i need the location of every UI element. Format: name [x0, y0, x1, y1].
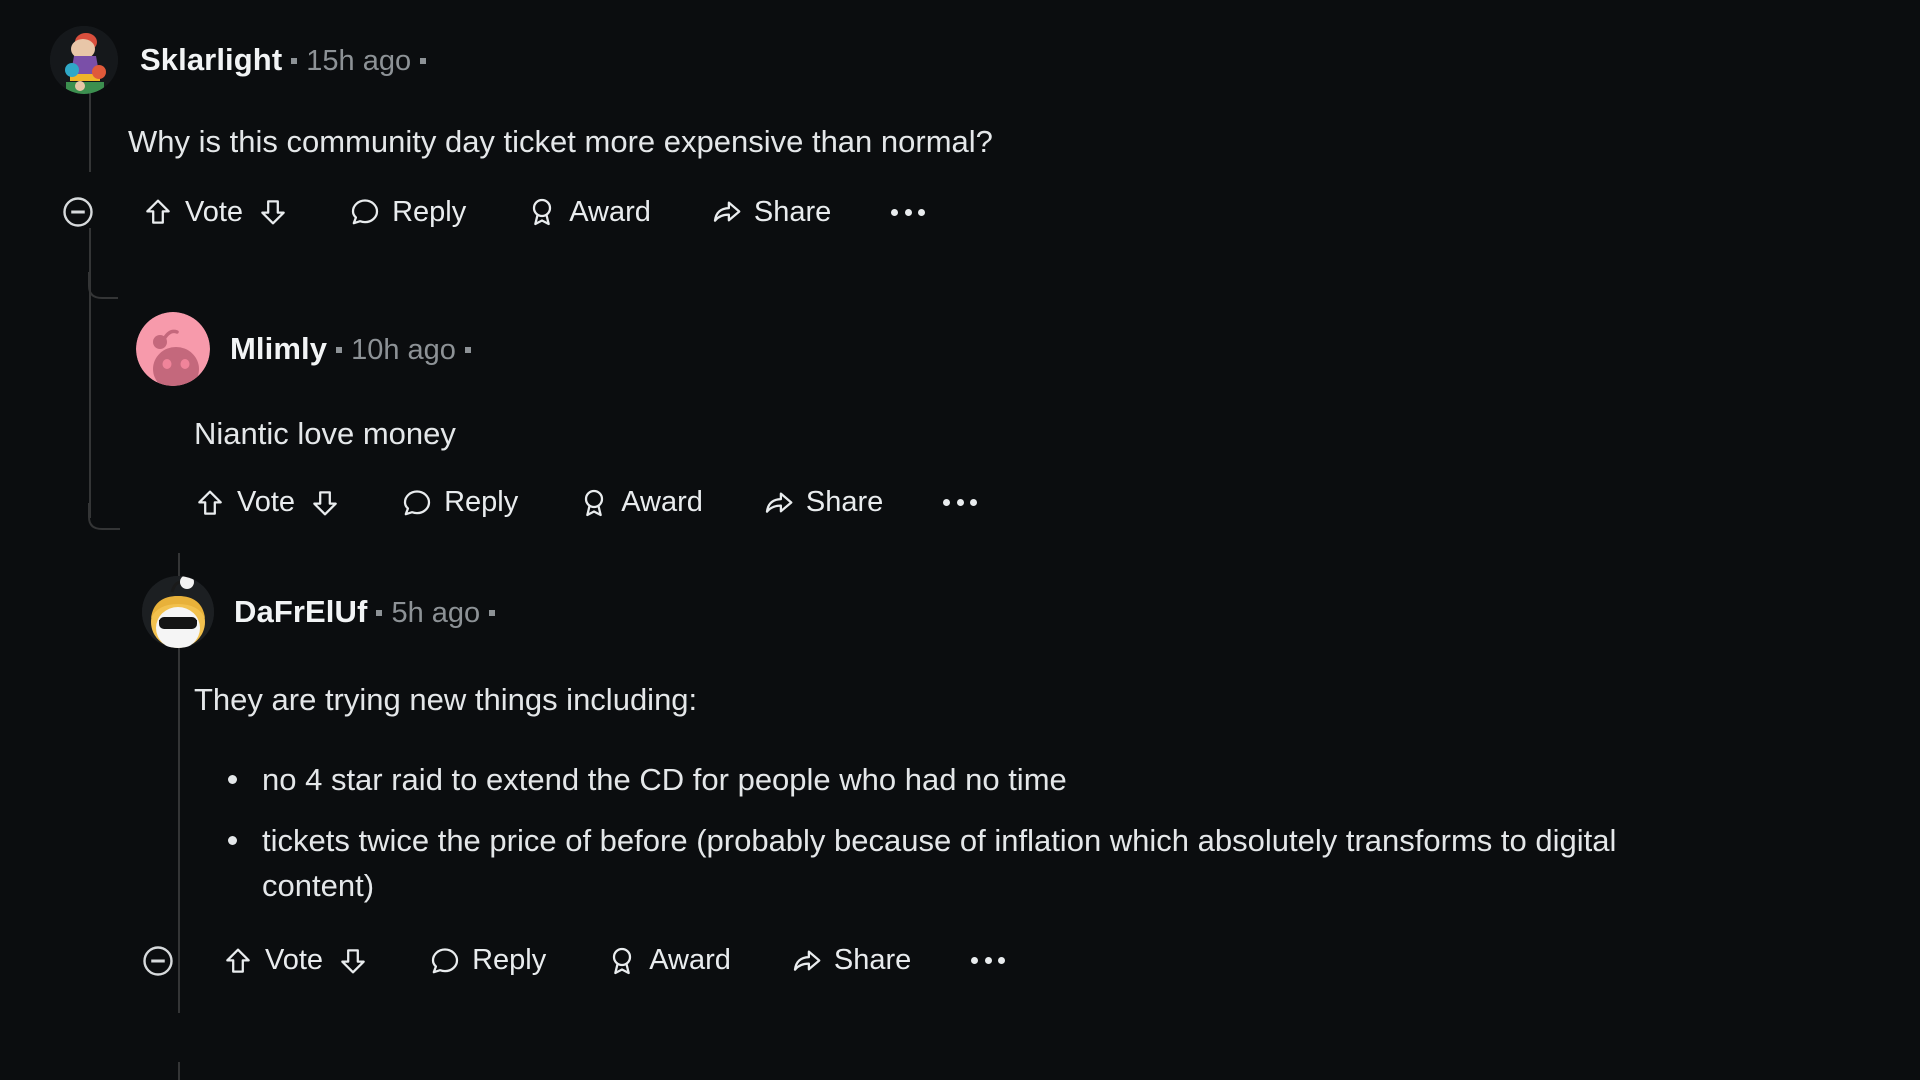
share-button[interactable]: Share [711, 196, 831, 229]
dot-icon [971, 957, 979, 965]
collapse-comment-button[interactable] [130, 943, 186, 979]
dot-icon [956, 499, 964, 507]
comment-author[interactable]: Sklarlight [140, 42, 282, 78]
snoo-sunglasses-avatar[interactable] [142, 576, 214, 648]
award-button[interactable]: Award [526, 196, 651, 229]
comment-dafreluf: DaFrElUf 5h ago They are trying new thin… [142, 576, 1902, 979]
reply-label: Reply [444, 486, 519, 519]
dot-icon [891, 208, 899, 216]
share-label: Share [805, 486, 884, 519]
award-button[interactable]: Award [578, 486, 703, 519]
comment-bullet-list: no 4 star raid to extend the CD for peop… [228, 758, 1662, 909]
reply-button[interactable]: Reply [349, 196, 466, 229]
meta-dot-icon [336, 346, 343, 353]
reply-button[interactable]: Reply [429, 944, 546, 977]
comment-action-bar: Vote Reply Award Share [194, 486, 1896, 519]
reply-label: Reply [472, 944, 547, 977]
comment-author[interactable]: DaFrElUf [234, 594, 367, 630]
comment-timestamp: 15h ago [306, 45, 412, 77]
meta-dot-icon [291, 57, 298, 64]
comment-timestamp: 10h ago [351, 334, 456, 366]
dot-icon [943, 499, 951, 507]
reply-label: Reply [392, 195, 467, 228]
comment-body: Niantic love money [194, 416, 456, 451]
thread-curve-reply-1 [88, 272, 118, 300]
snoo-pink-avatar[interactable] [136, 312, 210, 386]
comment-header: Sklarlight 15h ago [50, 26, 1890, 94]
meta-dot-trailing-icon [420, 57, 427, 64]
share-button[interactable]: Share [791, 944, 911, 977]
reply-button[interactable]: Reply [401, 486, 518, 519]
comment-bubble-icon [349, 196, 381, 228]
comment-body: Why is this community day ticket more ex… [128, 124, 993, 159]
award-medal-icon [526, 196, 558, 228]
downvote-icon[interactable] [309, 487, 341, 519]
comment-sklarlight: Sklarlight 15h ago Why is this community… [50, 26, 1890, 230]
share-button[interactable]: Share [763, 486, 883, 519]
share-label: Share [833, 944, 912, 977]
award-label: Award [621, 486, 703, 519]
upvote-icon[interactable] [142, 196, 174, 228]
comment-mlimly: Mlimly 10h ago Niantic love money Vote R… [136, 312, 1896, 519]
award-label: Award [569, 195, 651, 228]
comment-thread: Sklarlight 15h ago Why is this community… [0, 0, 1920, 1080]
dot-icon [984, 957, 992, 965]
vote-control[interactable]: Vote [142, 196, 289, 229]
vote-label: Vote [265, 944, 324, 977]
vote-label: Vote [237, 486, 296, 519]
more-options-button[interactable] [943, 499, 978, 507]
meta-dot-trailing-icon [464, 346, 471, 353]
vote-label: Vote [185, 195, 244, 228]
comment-body: They are trying new things including: [194, 682, 698, 717]
award-medal-icon [606, 945, 638, 977]
share-arrow-icon [763, 487, 795, 519]
thread-line-child-2-tail [178, 1062, 180, 1080]
share-arrow-icon [791, 945, 823, 977]
upvote-icon[interactable] [222, 945, 254, 977]
comment-meta: 5h ago [367, 597, 504, 630]
downvote-icon[interactable] [337, 945, 369, 977]
award-label: Award [649, 944, 731, 977]
comment-header: Mlimly 10h ago [136, 312, 1896, 386]
bullet-item: tickets twice the price of before (proba… [228, 819, 1662, 909]
photo-avatar[interactable] [50, 26, 118, 94]
award-medal-icon [578, 487, 610, 519]
comment-bubble-icon [401, 487, 433, 519]
comment-meta: 10h ago [327, 334, 480, 367]
comment-action-bar: Vote Reply Award Share [130, 943, 1902, 979]
dot-icon [904, 208, 912, 216]
more-options-button[interactable] [891, 208, 926, 216]
comment-meta: 15h ago [282, 45, 435, 78]
comment-bubble-icon [429, 945, 461, 977]
comment-timestamp: 5h ago [391, 597, 481, 629]
meta-dot-trailing-icon [489, 609, 496, 616]
share-arrow-icon [711, 196, 743, 228]
dot-icon [970, 499, 978, 507]
vote-control[interactable]: Vote [222, 944, 369, 977]
thread-line-root-lower [89, 228, 91, 478]
award-button[interactable]: Award [606, 944, 731, 977]
thread-curve-reply-2 [88, 503, 120, 531]
collapse-comment-button[interactable] [50, 194, 106, 230]
bullet-item: no 4 star raid to extend the CD for peop… [228, 758, 1662, 803]
comment-author[interactable]: Mlimly [230, 331, 327, 367]
dot-icon [998, 957, 1006, 965]
vote-control[interactable]: Vote [194, 486, 341, 519]
more-options-button[interactable] [971, 957, 1006, 965]
comment-header: DaFrElUf 5h ago [142, 576, 1902, 648]
dot-icon [918, 208, 926, 216]
share-label: Share [753, 195, 832, 228]
downvote-icon[interactable] [257, 196, 289, 228]
meta-dot-icon [376, 609, 383, 616]
comment-action-bar: Vote Reply Award Share [50, 194, 1890, 230]
upvote-icon[interactable] [194, 487, 226, 519]
